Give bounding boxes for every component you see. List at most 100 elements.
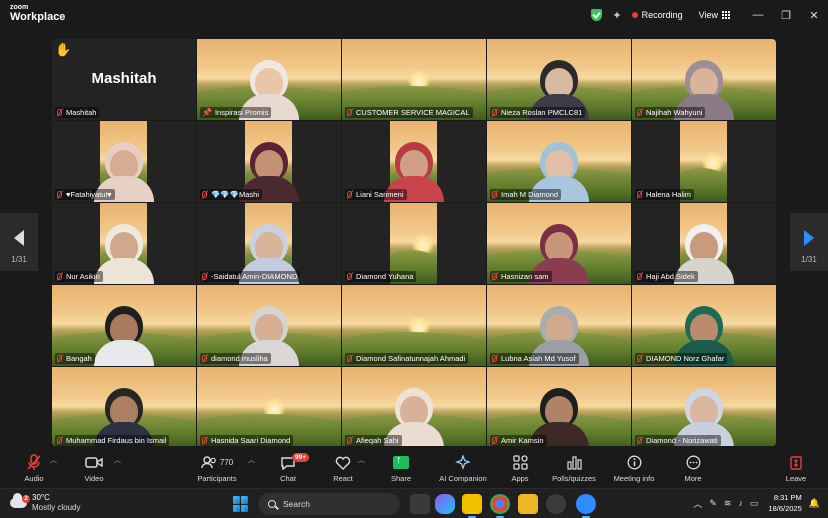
file-explorer-icon[interactable]: [518, 494, 538, 514]
participant-name-label: CUSTOMER SERVICE MAGICAL: [345, 107, 473, 118]
participant-tile[interactable]: Amir Kamsin: [487, 367, 631, 446]
mic-muted-icon: [492, 273, 497, 280]
participant-tile[interactable]: Diamond - Norizawati: [632, 367, 776, 446]
ai-companion-sparkle-icon: [455, 454, 471, 470]
chrome-icon[interactable]: [490, 494, 510, 518]
view-label: View: [698, 10, 718, 20]
media-player-icon[interactable]: [546, 494, 566, 514]
apps-button[interactable]: Apps: [490, 453, 550, 483]
notification-bell-icon[interactable]: 🔔: [809, 498, 820, 509]
weather-widget[interactable]: 2 30°C Mostly cloudy: [10, 493, 80, 513]
leave-button[interactable]: Leave: [766, 453, 826, 483]
participant-tile[interactable]: Hasnida Saari Diamond: [197, 367, 341, 446]
ai-companion-button[interactable]: AI Companion: [433, 453, 493, 483]
participant-tile[interactable]: diamond musliha: [197, 285, 341, 366]
participant-name: Amir Kamsin: [501, 436, 544, 445]
participant-name: Halena Halim: [646, 190, 692, 199]
participants-options-chevron-icon[interactable]: ︿: [248, 455, 255, 465]
mic-muted-icon: [347, 273, 352, 280]
participant-tile[interactable]: 📌 Inspirasi Promis: [197, 39, 341, 120]
participant-tile[interactable]: 💎💎💎Mashi: [197, 121, 341, 202]
windows-start-icon[interactable]: [233, 496, 249, 512]
participant-tile[interactable]: Haji Abd Sidek: [632, 203, 776, 284]
taskbar-clock[interactable]: 8:31 PM 18/6/2025: [768, 492, 801, 514]
participant-tile[interactable]: Lubna Asiah Md Yusof: [487, 285, 631, 366]
restore-icon[interactable]: ❐: [772, 9, 800, 22]
participant-name: Inspirasi Promis: [214, 108, 269, 117]
participant-tile[interactable]: Afieqah Sahi: [342, 367, 486, 446]
encryption-shield-icon[interactable]: [591, 9, 603, 21]
battery-icon[interactable]: ▭: [750, 498, 759, 509]
participant-name: Lubna Asiah Md Yusof: [501, 354, 576, 363]
participant-name: Diamond Yuhana: [356, 272, 414, 281]
participant-name-label: ♥Fatahiyatul♥: [55, 189, 115, 200]
participant-tile[interactable]: CUSTOMER SERVICE MAGICAL: [342, 39, 486, 120]
participant-name: -Saidatul Amin-DIAMOND: [211, 272, 298, 281]
recording-indicator[interactable]: Recording: [631, 10, 683, 20]
mic-muted-icon: [347, 109, 352, 116]
participants-button[interactable]: 770 Participants: [187, 453, 247, 483]
chat-button[interactable]: 99+ Chat: [258, 453, 318, 483]
weather-condition: Mostly cloudy: [32, 503, 81, 512]
mic-muted-icon: [202, 355, 207, 362]
raised-hand-icon: ✋: [55, 42, 72, 57]
minimize-icon[interactable]: —: [744, 9, 772, 21]
mic-muted-icon: [27, 454, 41, 470]
participant-tile[interactable]: Diamond Safinatunnajah Ahmadi: [342, 285, 486, 366]
participant-name-label: Halena Halim: [635, 189, 695, 200]
participant-name-label: Muhammad Firdaus bin Ismail: [55, 435, 170, 446]
show-hidden-icons-chevron-icon[interactable]: ︿: [693, 497, 702, 510]
react-options-chevron-icon[interactable]: ︿: [358, 455, 365, 465]
mic-muted-icon: [202, 437, 207, 444]
participant-name-label: Imah M Diamond: [490, 189, 562, 200]
ai-sparkle-icon[interactable]: ✦: [612, 9, 621, 22]
meeting-info-button[interactable]: Meeting info: [604, 453, 664, 483]
participant-tile[interactable]: -Saidatul Amin-DIAMOND: [197, 203, 341, 284]
mic-muted-icon: [57, 109, 62, 116]
mic-muted-icon: [202, 191, 207, 198]
system-tray: ︿ ✎ ≋ ♪ ▭ 8:31 PM 18/6/2025 🔔: [686, 492, 820, 514]
audio-options-chevron-icon[interactable]: ︿: [50, 455, 57, 465]
participant-tile[interactable]: Bangah: [52, 285, 196, 366]
zoom-window: zoom Workplace ✦ Recording View — ❐ ✕ 1/…: [0, 0, 828, 518]
participant-tile[interactable]: DIAMOND Norz Ghafar: [632, 285, 776, 366]
participant-tile[interactable]: Nur Asikin: [52, 203, 196, 284]
pen-icon[interactable]: ✎: [709, 498, 717, 509]
view-button[interactable]: View: [699, 10, 730, 20]
share-button[interactable]: Share: [371, 453, 431, 483]
zoom-taskbar-icon[interactable]: [576, 494, 596, 518]
wifi-icon[interactable]: ≋: [724, 498, 732, 509]
recording-label: Recording: [641, 10, 683, 20]
participant-tile[interactable]: Liani Sarimeni: [342, 121, 486, 202]
participant-tile[interactable]: Halena Halim: [632, 121, 776, 202]
more-label: More: [684, 474, 702, 483]
participant-tile[interactable]: Najihah Wahyuni: [632, 39, 776, 120]
participant-tile[interactable]: Muhammad Firdaus bin Ismail: [52, 367, 196, 446]
participant-tile[interactable]: Imah M Diamond: [487, 121, 631, 202]
close-icon[interactable]: ✕: [800, 9, 828, 22]
participant-name-label: Liani Sarimeni: [345, 189, 407, 200]
participant-name: Najihah Wahyuni: [646, 108, 703, 117]
task-view-icon[interactable]: [410, 494, 430, 514]
prev-page-button[interactable]: 1/31: [0, 213, 38, 271]
participant-name: Nur Asikin: [66, 272, 100, 281]
volume-icon[interactable]: ♪: [738, 498, 743, 508]
next-page-button[interactable]: 1/31: [790, 213, 828, 271]
copilot-icon[interactable]: [435, 494, 455, 514]
participant-tile[interactable]: Nieza Roslan PMCLC81: [487, 39, 631, 120]
share-screen-icon: [393, 454, 409, 469]
participant-tile[interactable]: Diamond Yuhana: [342, 203, 486, 284]
participant-tile[interactable]: Mashitah ✋ Mashitah: [52, 39, 196, 120]
participant-tile[interactable]: Hasnizan sam: [487, 203, 631, 284]
taskbar-search[interactable]: Search: [258, 493, 400, 515]
zoom-logo: zoom Workplace: [10, 4, 65, 23]
video-options-chevron-icon[interactable]: ︿: [114, 455, 121, 465]
mic-muted-icon: [637, 355, 642, 362]
participant-name-label: diamond musliha: [200, 353, 271, 364]
sticky-notes-icon[interactable]: [462, 494, 482, 518]
recording-dot-icon: [631, 12, 638, 18]
participant-name-label: Mashitah: [55, 107, 100, 118]
more-button[interactable]: More: [663, 453, 723, 483]
polls-button[interactable]: Polls/quizzes: [544, 453, 604, 483]
participant-tile[interactable]: ♥Fatahiyatul♥: [52, 121, 196, 202]
